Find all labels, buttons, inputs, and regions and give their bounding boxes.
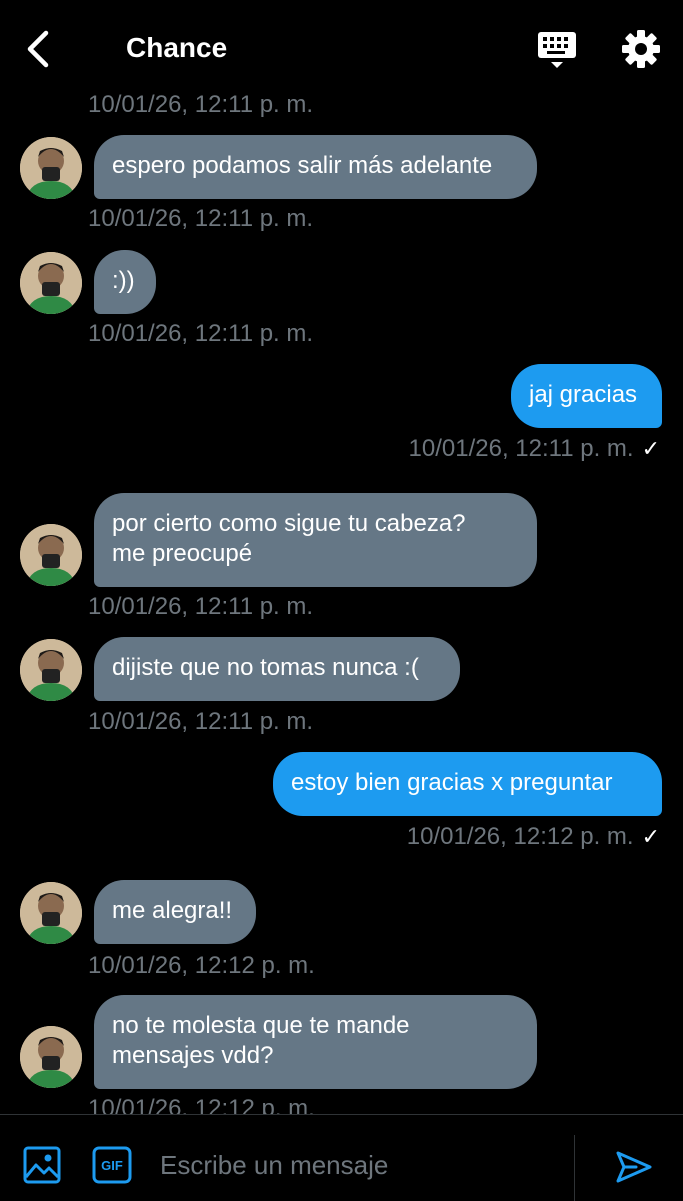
message-timestamp: 10/01/26, 12:11 p. m.: [88, 91, 314, 118]
check-icon: ✓: [641, 436, 660, 461]
message-text: :)): [112, 267, 135, 294]
message-text: me alegra!!: [112, 897, 233, 924]
composer-divider: [574, 1135, 575, 1201]
send-icon: [616, 1151, 652, 1183]
message-text-line: no te molesta que te mande: [112, 1012, 410, 1039]
message-text-line: mensajes vdd?: [112, 1042, 274, 1069]
message-timestamp: 10/01/26, 12:11 p. m. ✓: [380, 434, 660, 464]
message-timestamp: 10/01/26, 12:11 p. m.: [88, 205, 314, 232]
send-button[interactable]: [614, 1147, 654, 1187]
message-text: estoy bien gracias x preguntar: [291, 769, 613, 796]
message-composer: GIF: [0, 1114, 683, 1201]
message-text: dijiste que no tomas nunca :(: [112, 654, 419, 681]
avatar[interactable]: [20, 137, 82, 199]
message-bubble-outgoing[interactable]: jaj gracias: [511, 364, 662, 428]
timestamp-text: 10/01/26, 12:12 p. m.: [406, 823, 634, 850]
back-button[interactable]: [18, 28, 60, 70]
chat-header: Chance: [0, 0, 683, 96]
message-bubble-incoming[interactable]: no te molesta que te mande mensajes vdd?: [94, 995, 537, 1089]
message-bubble-incoming[interactable]: espero podamos salir más adelante: [94, 135, 537, 199]
message-timestamp: 10/01/26, 12:12 p. m. ✓: [380, 822, 660, 852]
add-image-button[interactable]: [22, 1145, 62, 1185]
message-input[interactable]: [160, 1143, 560, 1187]
chevron-left-icon: [27, 30, 49, 68]
message-timestamp: 10/01/26, 12:11 p. m.: [88, 320, 314, 347]
avatar[interactable]: [20, 1026, 82, 1088]
message-bubble-incoming[interactable]: por cierto como sigue tu cabeza? me preo…: [94, 493, 537, 587]
gif-label: GIF: [101, 1158, 123, 1173]
message-bubble-incoming[interactable]: me alegra!!: [94, 880, 256, 944]
message-bubble-outgoing[interactable]: estoy bien gracias x preguntar: [273, 752, 662, 816]
timestamp-text: 10/01/26, 12:11 p. m.: [408, 435, 634, 462]
keyboard-icon: [538, 32, 576, 68]
message-bubble-incoming[interactable]: :)): [94, 250, 156, 314]
message-timestamp: 10/01/26, 12:11 p. m.: [88, 593, 314, 620]
gif-icon: GIF: [92, 1146, 132, 1184]
message-list[interactable]: 10/01/26, 12:11 p. m. espero podamos sal…: [0, 84, 683, 1114]
keyboard-shortcuts-button[interactable]: [536, 28, 580, 72]
add-gif-button[interactable]: GIF: [92, 1145, 132, 1185]
message-bubble-incoming[interactable]: dijiste que no tomas nunca :(: [94, 637, 460, 701]
settings-button[interactable]: [620, 28, 662, 70]
avatar[interactable]: [20, 639, 82, 701]
conversation-title[interactable]: Chance: [126, 30, 227, 66]
message-text: jaj gracias: [529, 381, 638, 408]
message-timestamp: 10/01/26, 12:12 p. m.: [88, 952, 315, 979]
avatar[interactable]: [20, 252, 82, 314]
message-timestamp: 10/01/26, 12:11 p. m.: [88, 708, 314, 735]
check-icon: ✓: [641, 824, 660, 849]
message-text-line: por cierto como sigue tu cabeza?: [112, 510, 466, 537]
message-text: espero podamos salir más adelante: [112, 152, 493, 179]
avatar[interactable]: [20, 882, 82, 944]
image-icon: [23, 1146, 61, 1184]
message-text-line: me preocupé: [112, 540, 253, 567]
message-timestamp: 10/01/26, 12:12 p. m.: [88, 1095, 315, 1114]
avatar[interactable]: [20, 524, 82, 586]
gear-icon: [622, 30, 660, 68]
